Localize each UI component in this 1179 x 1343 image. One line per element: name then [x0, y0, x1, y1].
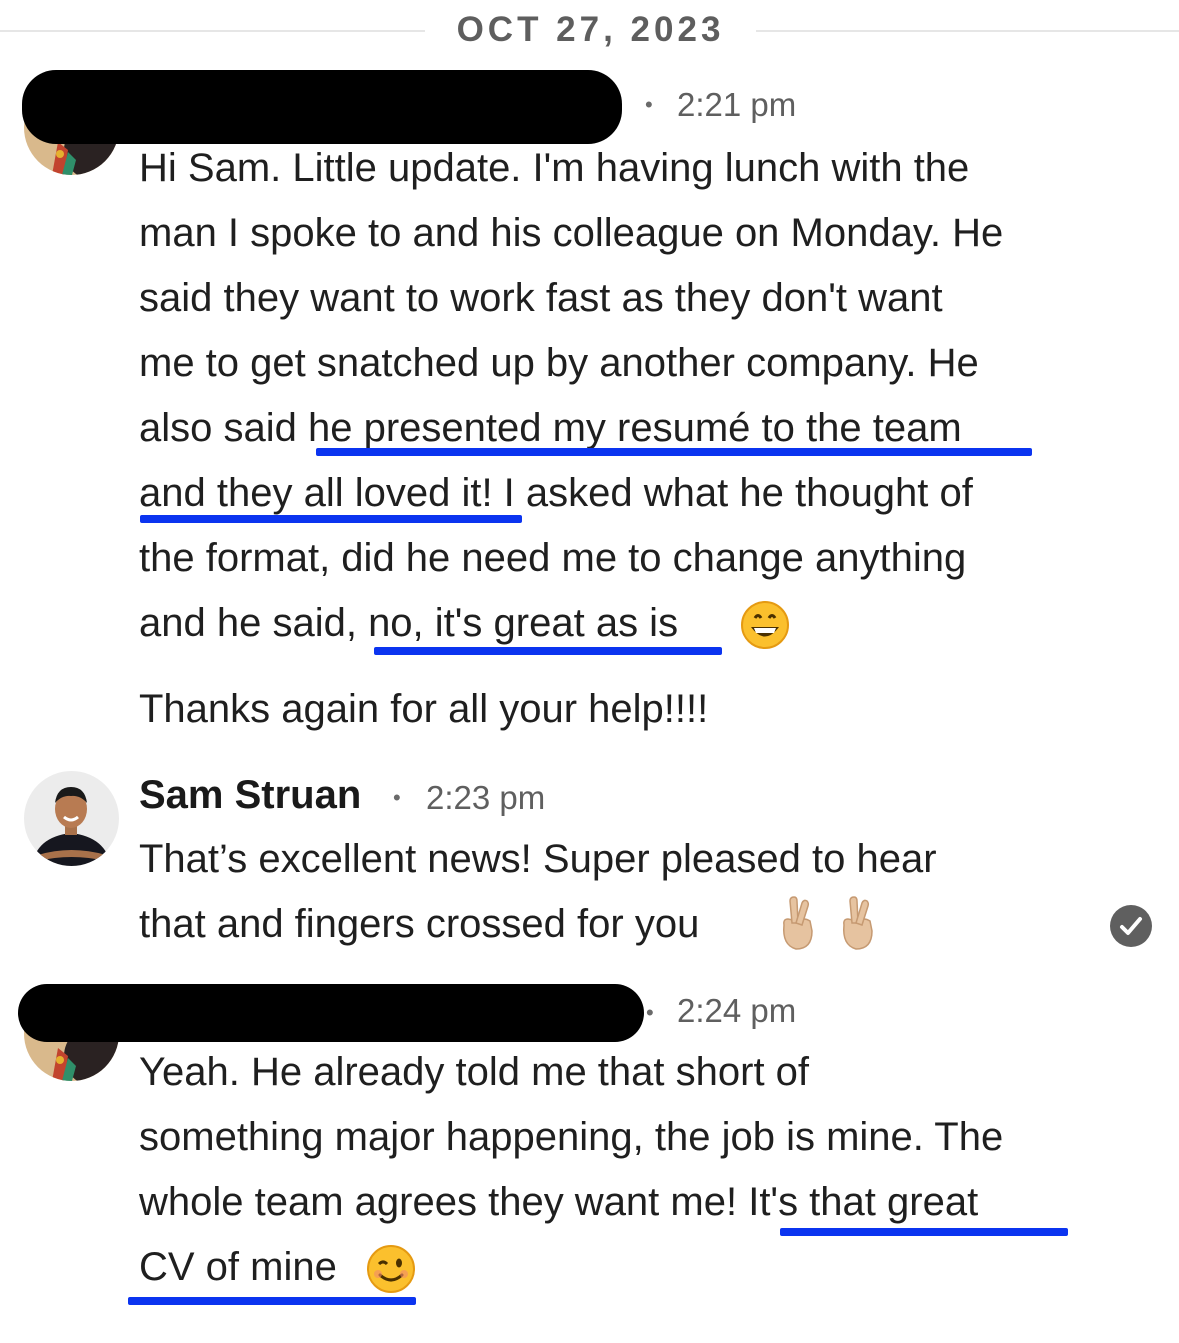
redacted-sender-name [18, 984, 644, 1042]
highlight-underline [780, 1228, 1068, 1236]
message-text-line: that and fingers crossed for you [139, 902, 700, 946]
message-text-line: the format, did he need me to change any… [139, 536, 967, 580]
date-divider-line-right [756, 30, 1179, 32]
winking-face-emoji [366, 1244, 416, 1299]
message-text-line: Thanks again for all your help!!!! [139, 687, 709, 731]
message-text-line: man I spoke to and his colleague on Mond… [139, 211, 1004, 255]
message-text-line: and he said, no, it's great as is [139, 601, 679, 645]
highlight-underline [128, 1297, 416, 1305]
highlight-underline [316, 448, 1032, 456]
message-text-line: Hi Sam. Little update. I'm having lunch … [139, 146, 970, 190]
message-text-line: also said he presented my resumé to the … [139, 406, 962, 450]
meta-separator: • [645, 92, 653, 117]
read-check-icon [1110, 905, 1152, 947]
highlight-underline [374, 647, 722, 655]
meta-separator: • [393, 785, 401, 810]
message-text-line: Yeah. He already told me that short of [139, 1050, 810, 1094]
message-text-line: whole team agrees they want me! It's tha… [139, 1180, 979, 1224]
message-text-line: me to get snatched up by another company… [139, 341, 979, 385]
sam-struan-avatar[interactable] [24, 771, 119, 866]
message-timestamp: 2:21 pm [677, 86, 797, 123]
grinning-face-emoji [740, 600, 790, 655]
crossed-fingers-emoji [774, 895, 820, 956]
redacted-sender-name [22, 70, 622, 144]
message-text-line: said they want to work fast as they don'… [139, 276, 943, 320]
message-text-line: something major happening, the job is mi… [139, 1115, 1004, 1159]
message-timestamp: 2:24 pm [677, 992, 797, 1029]
message-text-line: That’s excellent news! Super pleased to … [139, 837, 937, 881]
message-text-line: and they all loved it! I asked what he t… [139, 471, 973, 515]
date-divider-line-left [0, 30, 425, 32]
highlight-underline [140, 515, 522, 523]
crossed-fingers-emoji [834, 895, 880, 956]
sender-name[interactable]: Sam Struan [139, 773, 361, 818]
message-text-line: CV of mine [139, 1245, 337, 1289]
conversation-thread: OCT 27, 2023 • 2:21 pm Hi Sam. Little up… [0, 0, 1179, 1343]
meta-separator: • [646, 1000, 654, 1025]
message-timestamp: 2:23 pm [426, 779, 546, 816]
date-divider: OCT 27, 2023 [456, 10, 725, 49]
